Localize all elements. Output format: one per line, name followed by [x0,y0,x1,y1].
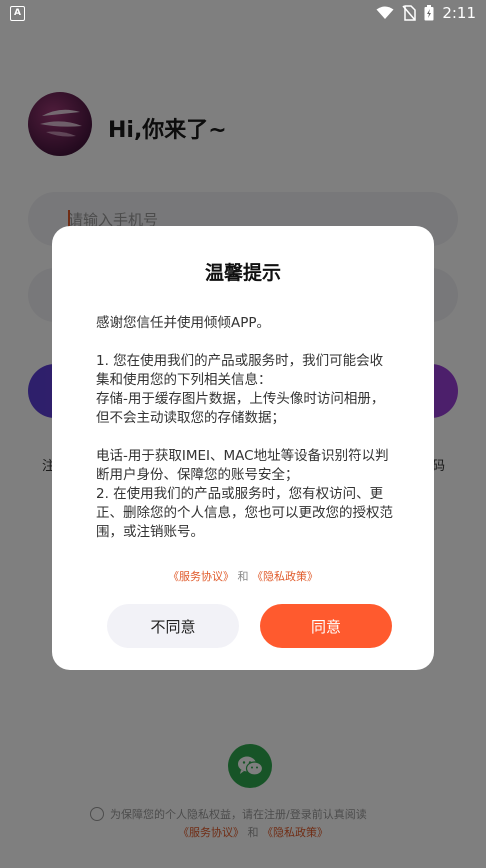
wifi-icon [376,6,394,19]
dialog-and-text: 和 [237,570,249,583]
no-sim-icon [402,5,417,21]
dialog-title: 温馨提示 [204,262,281,284]
disagree-button[interactable]: 不同意 [107,604,239,648]
dialog-body: 感谢您信任并使用倾倾APP。 1. 您在使用我们的产品或服务时，我们可能会收集和… [96,314,396,542]
status-bar: A 2:11 [0,0,486,26]
dialog-privacy-policy-link[interactable]: 《隐私政策》 [252,570,318,583]
status-time: 2:11 [442,4,476,22]
dialog-paragraph: 存储-用于缓存图片数据，上传头像时访问相册，但不会主动读取您的存储数据； [96,391,385,426]
battery-charging-icon [424,5,434,21]
app-notification-icon: A [10,5,25,21]
privacy-dialog: 温馨提示 感谢您信任并使用倾倾APP。 1. 您在使用我们的产品或服务时，我们可… [52,226,434,670]
dialog-links: 《服务协议》 和 《隐私政策》 [52,568,434,584]
dialog-paragraph: 感谢您信任并使用倾倾APP。 [96,315,271,331]
dialog-paragraph: 2. 在使用我们的产品或服务时，您有权访问、更正、删除您的个人信息，您也可以更改… [96,486,393,540]
agree-button[interactable]: 同意 [260,604,392,648]
dialog-paragraph: 1. 您在使用我们的产品或服务时，我们可能会收集和使用您的下列相关信息： [96,353,384,388]
dialog-service-agreement-link[interactable]: 《服务协议》 [168,570,234,583]
dialog-paragraph: 电话-用于获取IMEI、MAC地址等设备识别符以判断用户身份、保障您的账号安全； [96,448,389,483]
